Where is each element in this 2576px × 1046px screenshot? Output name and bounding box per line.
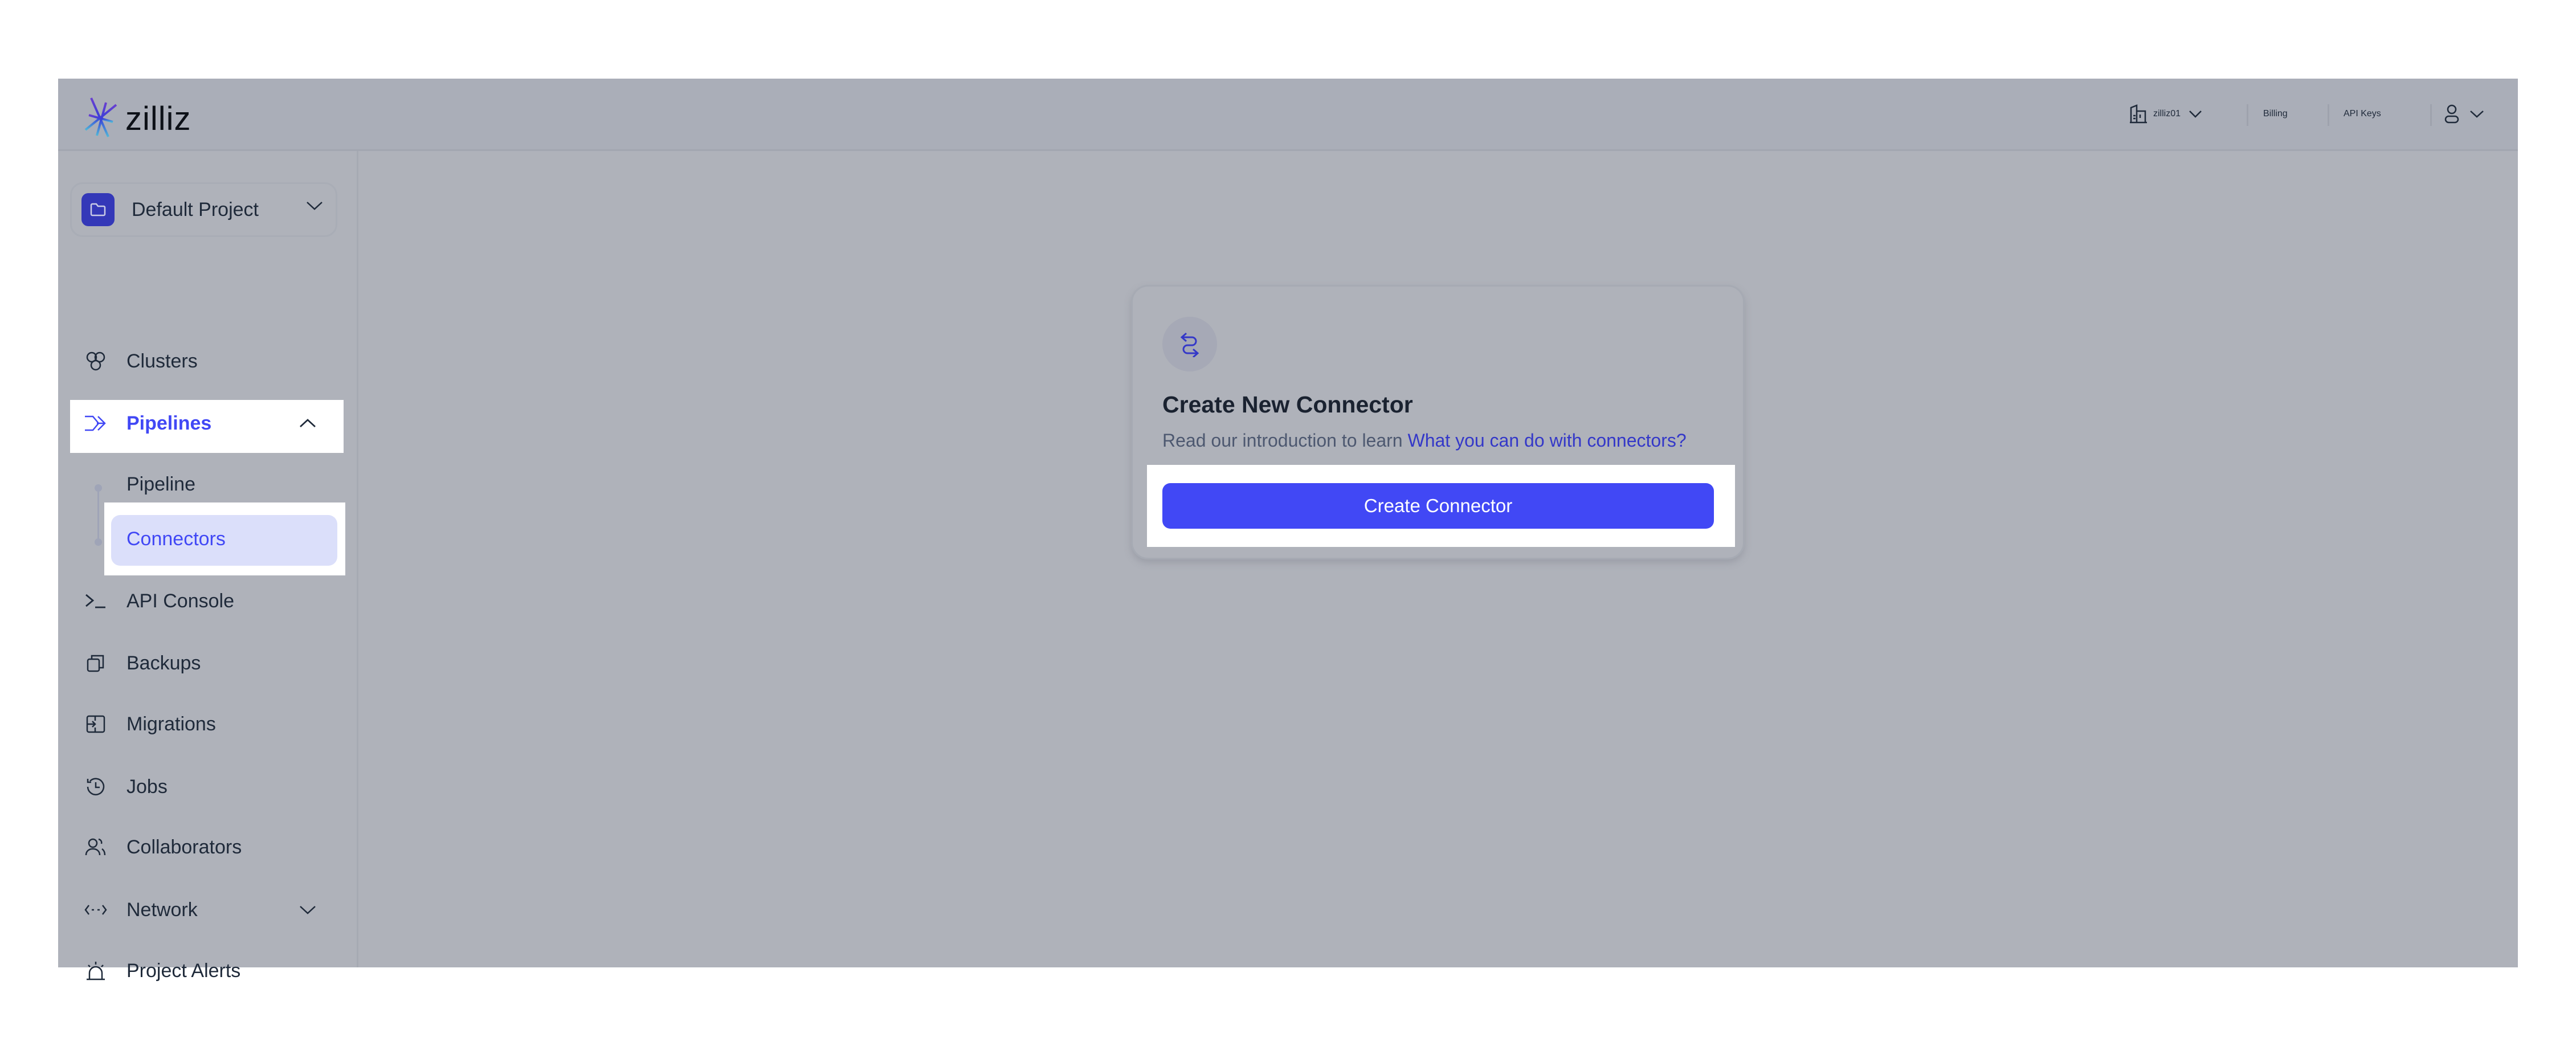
connectors-intro-link[interactable]: What you can do with connectors? xyxy=(1407,430,1686,451)
header-divider xyxy=(2328,104,2329,126)
history-icon xyxy=(84,775,107,798)
sidebar-item-migrations[interactable]: Migrations xyxy=(58,701,358,747)
brand-name: zilliz xyxy=(125,100,191,137)
sidebar-item-clusters[interactable]: Clusters xyxy=(58,338,358,384)
card-description: Read our introduction to learn What you … xyxy=(1162,430,1687,451)
sidebar-item-pipelines[interactable]: Pipelines xyxy=(58,401,358,446)
chevron-down-icon xyxy=(307,202,322,210)
api-keys-link[interactable]: API Keys xyxy=(2344,79,2381,149)
network-icon xyxy=(84,898,107,921)
sidebar-item-collaborators[interactable]: Collaborators xyxy=(58,824,358,870)
connector-arrows-icon xyxy=(1162,317,1217,371)
billing-label: Billing xyxy=(2263,109,2288,119)
chevron-down-icon xyxy=(2189,111,2202,118)
sidebar-item-label: Migrations xyxy=(126,713,216,735)
sidebar-item-network[interactable]: Network xyxy=(58,887,358,933)
card-description-text: Read our introduction to learn xyxy=(1162,430,1403,451)
org-name: zilliz01 xyxy=(2153,109,2181,119)
sidebar-item-api-console[interactable]: API Console xyxy=(58,578,358,624)
project-selector[interactable]: Default Project xyxy=(70,182,337,237)
chevron-down-icon xyxy=(300,906,316,914)
sidebar-subitem-label: Pipeline xyxy=(126,473,195,495)
sidebar: Default Project Clusters Pipelines Pipel… xyxy=(58,151,358,982)
sidebar-item-label: Collaborators xyxy=(126,836,242,858)
top-header: zilliz zilliz01 Billing API Keys xyxy=(58,79,2518,151)
migrations-icon xyxy=(84,713,107,736)
sidebar-item-backups[interactable]: Backups xyxy=(58,640,358,686)
create-connector-button[interactable]: Create Connector xyxy=(1162,483,1714,529)
sidebar-subitem-pipeline[interactable]: Pipeline xyxy=(58,461,358,507)
sidebar-item-label: Clusters xyxy=(126,350,198,372)
sidebar-item-jobs[interactable]: Jobs xyxy=(58,764,358,810)
sidebar-item-label: API Console xyxy=(126,590,234,612)
pipelines-icon xyxy=(84,412,107,435)
chevron-up-icon xyxy=(300,419,316,428)
clusters-icon xyxy=(84,350,107,373)
sidebar-item-label: Network xyxy=(126,898,198,921)
org-switcher[interactable]: zilliz01 xyxy=(2129,79,2202,149)
chevron-down-icon xyxy=(2470,111,2484,118)
users-icon xyxy=(84,836,107,859)
project-name: Default Project xyxy=(132,199,259,220)
api-keys-label: API Keys xyxy=(2344,109,2381,119)
sidebar-item-project-alerts[interactable]: Project Alerts xyxy=(58,948,358,994)
sidebar-subitem-connectors[interactable] xyxy=(111,515,337,566)
backups-icon xyxy=(84,652,107,675)
card-title: Create New Connector xyxy=(1162,391,1413,418)
sidebar-item-label: Backups xyxy=(126,652,201,674)
folder-icon xyxy=(81,193,115,226)
building-icon xyxy=(2130,104,2147,124)
header-divider xyxy=(2430,104,2432,126)
brand-logo[interactable]: zilliz xyxy=(80,90,191,147)
terminal-icon xyxy=(84,590,107,612)
subtree-dot xyxy=(95,538,102,546)
user-icon xyxy=(2444,104,2459,124)
sidebar-item-label: Project Alerts xyxy=(126,959,241,982)
user-menu[interactable] xyxy=(2444,79,2484,149)
sidebar-item-label: Pipelines xyxy=(126,412,212,434)
header-divider xyxy=(2247,104,2248,126)
zilliz-starburst-logo-icon xyxy=(81,92,121,145)
billing-link[interactable]: Billing xyxy=(2263,79,2288,149)
siren-icon xyxy=(84,959,107,982)
sidebar-item-label: Jobs xyxy=(126,775,168,798)
